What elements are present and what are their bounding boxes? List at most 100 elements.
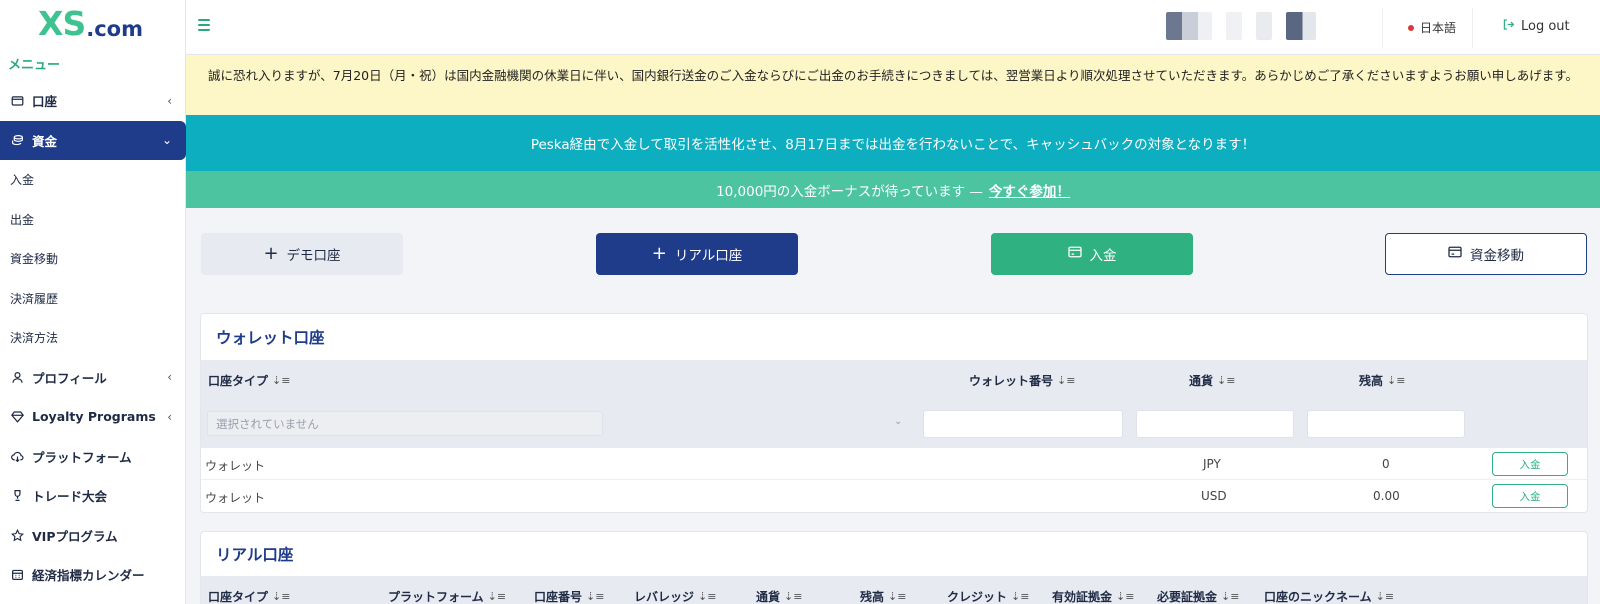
sort-icon: ⇣≡ [586, 590, 605, 603]
holiday-notice-banner: 誠に恐れ入りますが、7月20日（月・祝）は国内金融機関の休業日に伴い、国内銀行送… [186, 56, 1600, 115]
balance-filter-input[interactable] [1307, 410, 1465, 438]
chevron-left-icon: ‹ [167, 93, 172, 108]
sidebar-subitem-payment-history[interactable]: 決済履歴 [0, 279, 186, 319]
sidebar-item-funds[interactable]: 資金 ⌄ [0, 120, 186, 160]
wallet-accounts-card: ウォレット口座 口座タイプ ⇣≡ ウォレット番号 ⇣≡ 通貨 ⇣≡ 残高 ⇣≡ 選択され… [200, 313, 1588, 513]
sidebar-item-platform[interactable]: プラットフォーム [0, 437, 186, 477]
column-header-credit[interactable]: クレジット ⇣≡ [947, 588, 1029, 604]
transfer-button[interactable]: 資金移動 [1385, 233, 1587, 275]
sidebar-item-label: 経済指標カレンダー [32, 568, 145, 584]
cell-balance: 0.00 [1373, 489, 1400, 503]
card-icon [1448, 246, 1462, 262]
sidebar: XS .com メニュー 口座 ‹ 資金 ⌄ 入金 出金 資金移動 決済履歴 決… [0, 0, 186, 604]
cloud-download-icon [10, 449, 24, 463]
sidebar-item-label: プラットフォーム [32, 449, 132, 465]
sidebar-item-label: トレード大会 [32, 489, 108, 505]
column-header-platform[interactable]: プラットフォーム ⇣≡ [388, 588, 506, 604]
sort-icon: ⇣≡ [272, 374, 291, 387]
sidebar-item-label: Loyalty Programs [32, 409, 156, 425]
user-icon [10, 370, 24, 384]
redacted-block [1226, 12, 1242, 40]
redacted-block [1166, 12, 1212, 40]
column-header-currency[interactable]: 通貨 ⇣≡ [1189, 372, 1235, 389]
sidebar-subitem-transfer[interactable]: 資金移動 [0, 239, 186, 279]
sidebar-item-calendar[interactable]: 経済指標カレンダー [0, 555, 186, 595]
sort-icon: ⇣≡ [1116, 590, 1135, 603]
sidebar-item-profile[interactable]: プロフィール ‹ [0, 358, 186, 398]
language-selector[interactable]: 日本語 [1408, 19, 1456, 36]
column-header-account-number[interactable]: 口座番号 ⇣≡ [534, 588, 604, 604]
real-accounts-title: リアル口座 [216, 546, 294, 564]
sidebar-subitem-deposit[interactable]: 入金 [0, 160, 186, 200]
row-deposit-button[interactable]: 入金 [1492, 452, 1568, 476]
column-header-type[interactable]: 口座タイプ ⇣≡ [208, 372, 290, 389]
table-header: 口座タイプ ⇣≡ ウォレット番号 ⇣≡ 通貨 ⇣≡ 残高 ⇣≡ [201, 360, 1587, 398]
language-label: 日本語 [1420, 21, 1457, 35]
sort-icon: ⇣≡ [1387, 374, 1406, 387]
sort-icon: ⇣≡ [1217, 374, 1236, 387]
column-header-equity[interactable]: 有効証拠金 ⇣≡ [1052, 588, 1134, 604]
wallet-accounts-title: ウォレット口座 [216, 329, 325, 347]
diamond-icon [10, 410, 24, 424]
cell-balance: 0 [1382, 457, 1390, 471]
column-header-leverage[interactable]: レバレッジ ⇣≡ [634, 588, 716, 604]
currency-filter-input[interactable] [1136, 410, 1294, 438]
sort-icon: ⇣≡ [698, 590, 717, 603]
transfer-label: 資金移動 [1470, 248, 1524, 264]
cell-currency: JPY [1203, 457, 1221, 471]
sidebar-item-label: プロフィール [32, 370, 107, 386]
sidebar-item-contest[interactable]: トレード大会 [0, 476, 186, 516]
divider [1382, 8, 1383, 48]
divider [1472, 8, 1473, 48]
sidebar-item-label: 口座 [32, 94, 58, 110]
column-header-balance[interactable]: 残高 ⇣≡ [1359, 372, 1405, 389]
plus-icon: + [263, 243, 279, 264]
column-header-balance[interactable]: 残高 ⇣≡ [860, 588, 906, 604]
star-icon [10, 528, 24, 542]
sidebar-subitem-payment-methods[interactable]: 決済方法 [0, 318, 186, 358]
column-header-margin[interactable]: 必要証拠金 ⇣≡ [1157, 588, 1239, 604]
trophy-icon [10, 489, 24, 503]
coins-icon [10, 133, 24, 147]
sidebar-item-label: 資金 [32, 133, 58, 149]
real-account-label: リアル口座 [674, 248, 743, 264]
demo-account-label: デモ口座 [286, 248, 341, 264]
sort-icon: ⇣≡ [888, 590, 907, 603]
column-header-currency[interactable]: 通貨 ⇣≡ [756, 588, 802, 604]
sort-icon: ⇣≡ [272, 590, 291, 603]
sidebar-nav: 口座 ‹ 資金 ⌄ 入金 出金 資金移動 決済履歴 決済方法 プロフィール ‹ … [0, 81, 186, 595]
demo-account-button[interactable]: + デモ口座 [201, 233, 403, 275]
sidebar-subitem-withdrawal[interactable]: 出金 [0, 200, 186, 240]
wallet-number-filter-input[interactable] [923, 410, 1123, 438]
sidebar-item-vip[interactable]: VIPプログラム [0, 516, 186, 556]
real-account-button[interactable]: + リアル口座 [596, 233, 798, 275]
chevron-left-icon: ‹ [167, 409, 172, 424]
card-icon [1067, 246, 1082, 262]
filter-row: 選択されていません ⌄ [201, 398, 1587, 448]
redacted-block [1256, 12, 1272, 40]
brand-logo[interactable]: XS .com [38, 4, 143, 40]
table-row: ウォレット JPY 0 入金 [201, 448, 1587, 480]
join-now-link[interactable]: 今すぐ参加！ [989, 180, 1070, 200]
sidebar-item-accounts[interactable]: 口座 ‹ [0, 81, 186, 121]
menu-title: メニュー [8, 58, 61, 73]
column-header-type[interactable]: 口座タイプ ⇣≡ [208, 588, 290, 604]
japan-flag-icon [1408, 24, 1414, 31]
bonus-banner: 10,000円の入金ボーナスが待っています — 今すぐ参加！ [186, 171, 1600, 208]
sidebar-item-loyalty[interactable]: Loyalty Programs ‹ [0, 397, 186, 437]
account-type-filter[interactable]: 選択されていません [207, 411, 603, 436]
plus-icon: + [651, 243, 667, 264]
chevron-left-icon: ‹ [167, 370, 172, 385]
hamburger-icon[interactable] [198, 19, 210, 31]
deposit-button[interactable]: 入金 [991, 233, 1193, 275]
logout-button[interactable]: Log out [1502, 18, 1570, 35]
table-header: 口座タイプ ⇣≡ プラットフォーム ⇣≡ 口座番号 ⇣≡ レバレッジ ⇣≡ 通貨 ⇣≡ 残… [201, 576, 1587, 604]
table-row: ウォレット USD 0.00 入金 [201, 480, 1587, 512]
column-header-wallet-number[interactable]: ウォレット番号 ⇣≡ [969, 372, 1075, 389]
sidebar-item-label: VIPプログラム [32, 528, 118, 544]
chevron-down-icon: ⌄ [161, 133, 172, 148]
sort-icon: ⇣≡ [1057, 374, 1076, 387]
column-header-nickname[interactable]: 口座のニックネーム ⇣≡ [1264, 588, 1394, 604]
row-deposit-button[interactable]: 入金 [1492, 484, 1568, 508]
sort-icon: ⇣≡ [784, 590, 803, 603]
